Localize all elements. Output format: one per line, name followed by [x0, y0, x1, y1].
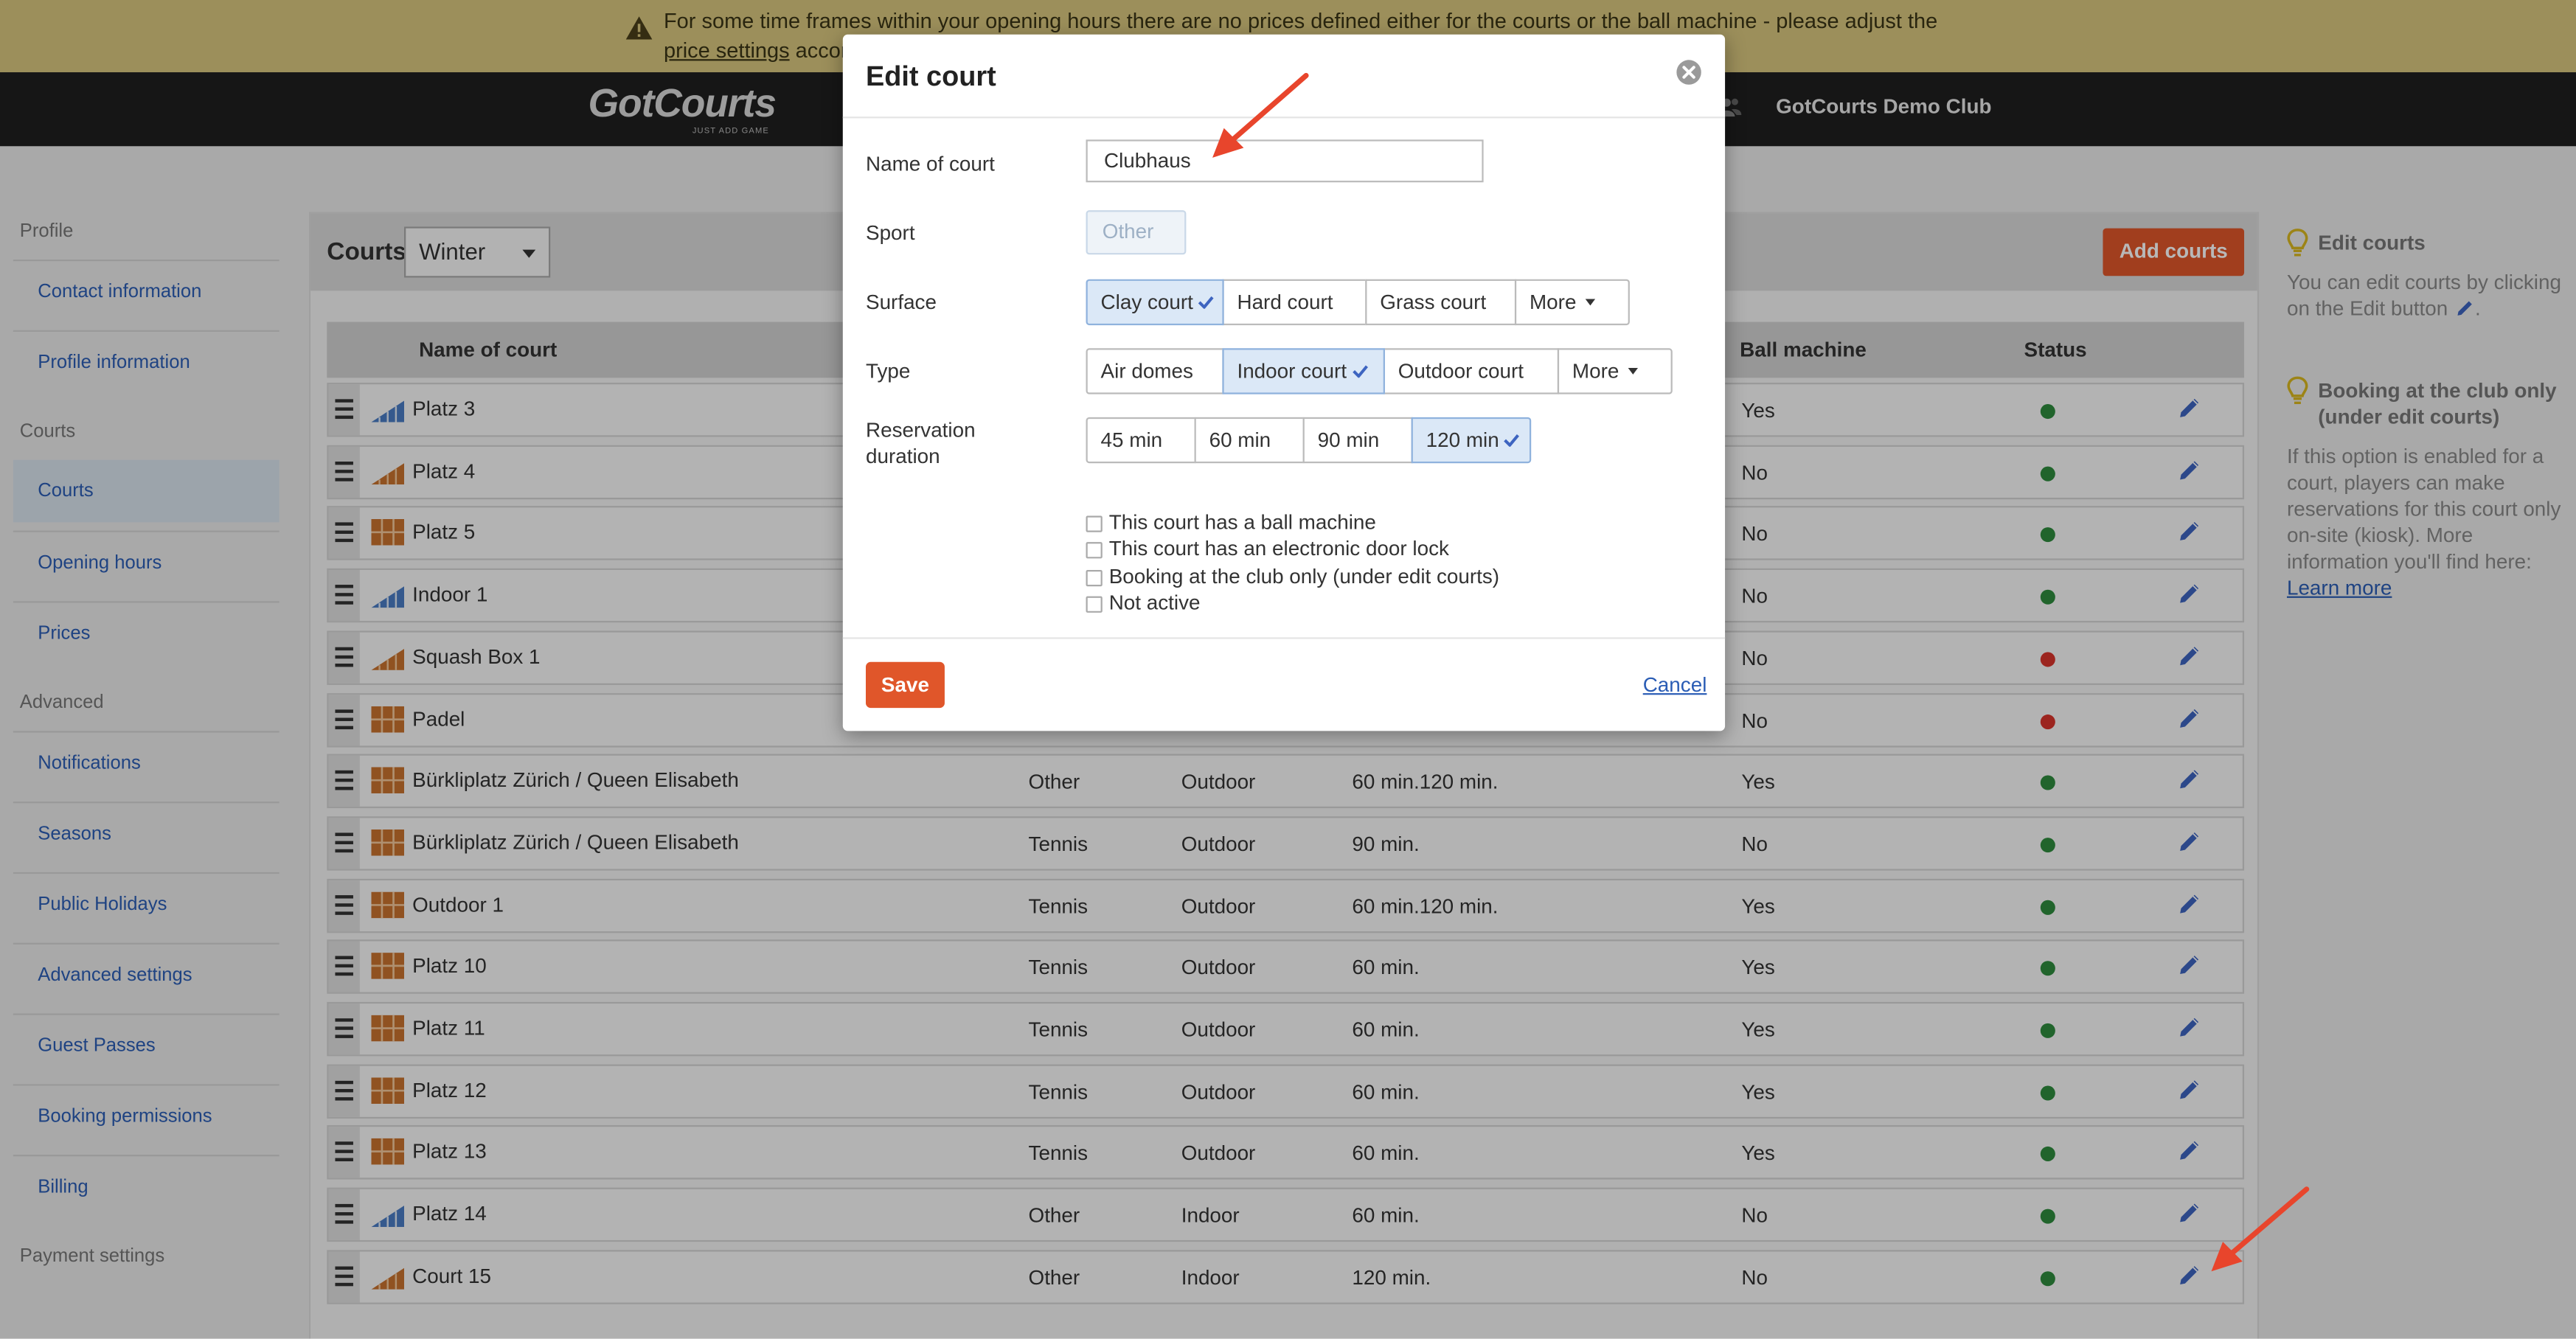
checkbox-label: This court has a ball machine	[1108, 510, 1376, 535]
dialog-title: Edit court	[865, 60, 996, 92]
type-button-group: Air domes Indoor court Outdoor court More	[1086, 348, 1673, 394]
checkbox-label: Booking at the club only (under edit cou…	[1108, 564, 1500, 588]
surface-option-clay-court[interactable]: Clay court	[1086, 279, 1224, 326]
option-label: Outdoor court	[1398, 359, 1524, 383]
type-option-air-domes[interactable]: Air domes	[1086, 348, 1224, 394]
sport-label: Sport	[865, 221, 915, 245]
checkbox[interactable]	[1086, 542, 1103, 560]
duration-option-45-min[interactable]: 45 min	[1086, 417, 1196, 464]
duration-option-60-min[interactable]: 60 min	[1194, 417, 1305, 464]
checkmark-icon	[1352, 365, 1368, 378]
surface-option-hard-court[interactable]: Hard court	[1222, 279, 1367, 326]
type-option-more[interactable]: More	[1557, 348, 1673, 394]
option-label: 60 min	[1209, 428, 1271, 452]
option-label: More	[1572, 359, 1619, 383]
surface-option-more[interactable]: More	[1514, 279, 1630, 326]
cancel-link[interactable]: Cancel	[1643, 673, 1707, 696]
chevron-down-icon	[1628, 368, 1639, 375]
annotation-arrow-icon	[2211, 1186, 2310, 1272]
option-label: 45 min	[1100, 428, 1163, 452]
reservation-duration-label: Reservation duration	[865, 419, 976, 468]
app-window: For some time frames within your opening…	[0, 0, 2576, 1339]
surface-option-grass-court[interactable]: Grass court	[1365, 279, 1517, 326]
option-label: 120 min	[1426, 428, 1499, 452]
option-label: Clay court	[1100, 291, 1193, 314]
duration-option-90-min[interactable]: 90 min	[1302, 417, 1413, 464]
type-option-outdoor-court[interactable]: Outdoor court	[1383, 348, 1560, 394]
annotation-arrow-icon	[1212, 72, 1309, 158]
option-label: Air domes	[1100, 359, 1193, 383]
surface-button-group: Clay court Hard court Grass court More	[1086, 279, 1630, 326]
sport-select[interactable]: Other	[1086, 210, 1187, 255]
option-label: Hard court	[1237, 291, 1333, 314]
option-label: More	[1529, 291, 1577, 314]
duration-button-group: 45 min 60 min 90 min 120 min	[1086, 417, 1532, 464]
name-of-court-label: Name of court	[865, 153, 995, 176]
checkbox-label: Not active	[1108, 591, 1201, 614]
option-label: 90 min	[1317, 428, 1380, 452]
chevron-down-icon	[1586, 299, 1597, 306]
close-icon[interactable]	[1676, 59, 1702, 86]
checkmark-icon	[1504, 434, 1521, 447]
save-button[interactable]: Save	[865, 661, 945, 709]
checkbox[interactable]	[1086, 515, 1103, 532]
type-label: Type	[865, 359, 911, 383]
duration-option-120-min[interactable]: 120 min	[1411, 417, 1532, 464]
checkbox-label: This court has an electronic door lock	[1108, 538, 1449, 561]
checkbox[interactable]	[1086, 596, 1103, 613]
option-label: Grass court	[1380, 291, 1487, 314]
divider	[842, 637, 1726, 639]
type-option-indoor-court[interactable]: Indoor court	[1222, 348, 1385, 394]
checkmark-icon	[1198, 296, 1215, 309]
surface-label: Surface	[865, 291, 937, 314]
option-label: Indoor court	[1237, 359, 1347, 383]
checkbox[interactable]	[1086, 569, 1103, 586]
